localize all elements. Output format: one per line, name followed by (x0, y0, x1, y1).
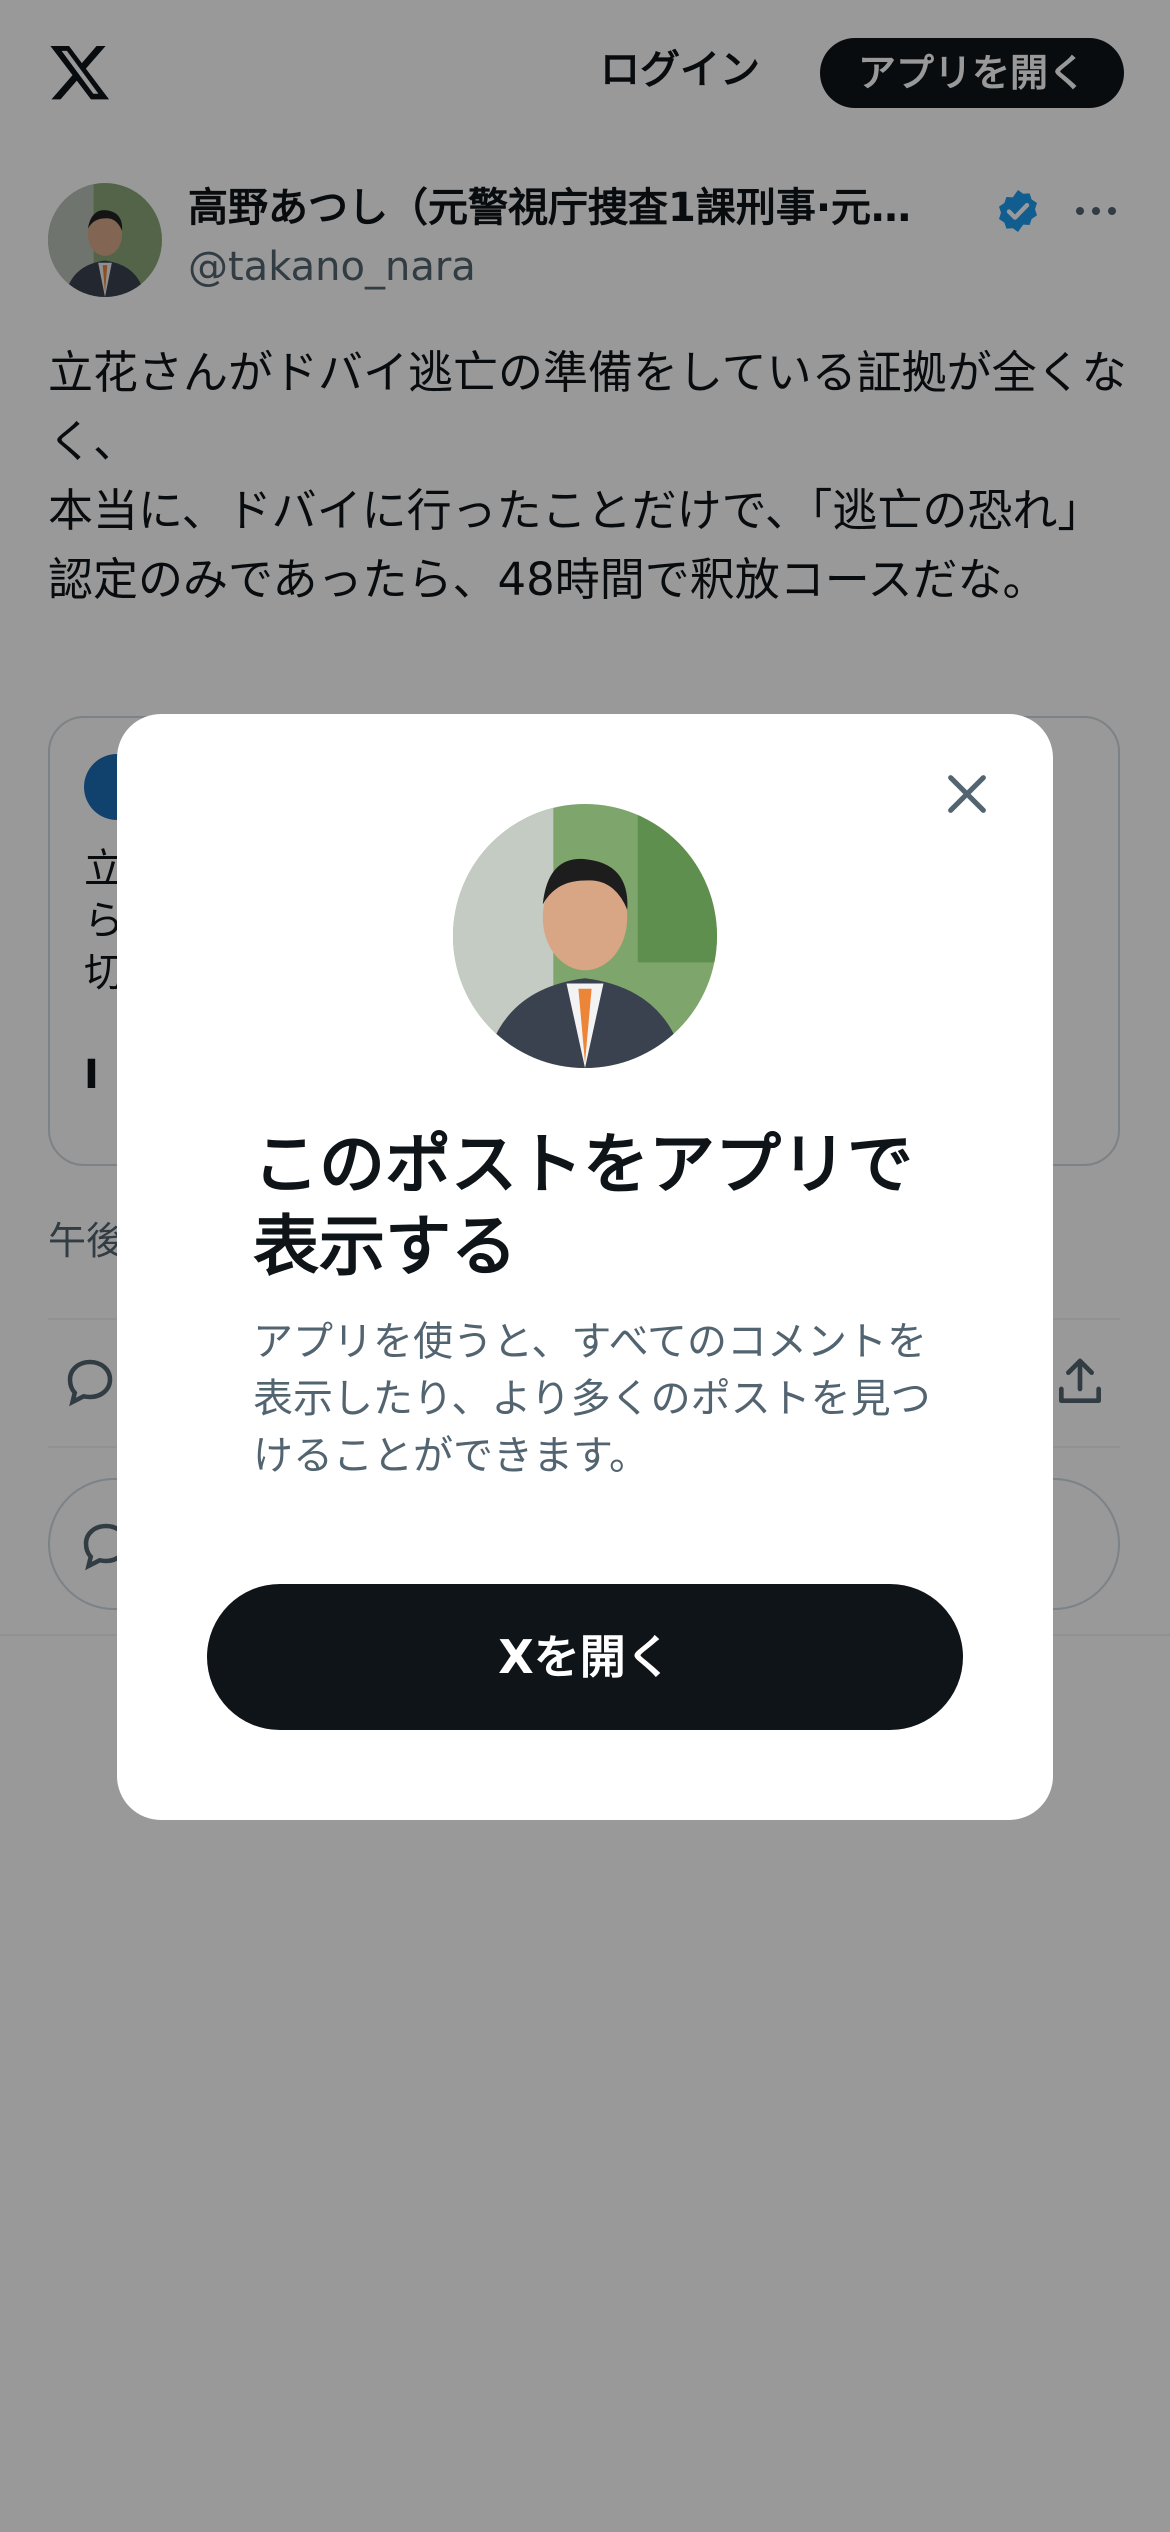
open-in-app-modal: このポストをアプリで表示する アプリを使うと、すべてのコメントを表示したり、より… (117, 714, 1053, 1820)
modal-title: このポストをアプリで表示する (253, 1126, 913, 1285)
open-x-button[interactable]: Xを開く (207, 1584, 963, 1730)
author-avatar-large (453, 804, 717, 1068)
close-icon[interactable] (939, 766, 995, 822)
page: ログイン アプリを開く 高野あつし（元警視庁捜査1課刑事·元… @takano_… (0, 0, 1170, 2532)
modal-description: アプリを使うと、すべてのコメントを表示したり、より多くのポストを見つけることがで… (253, 1319, 931, 1479)
